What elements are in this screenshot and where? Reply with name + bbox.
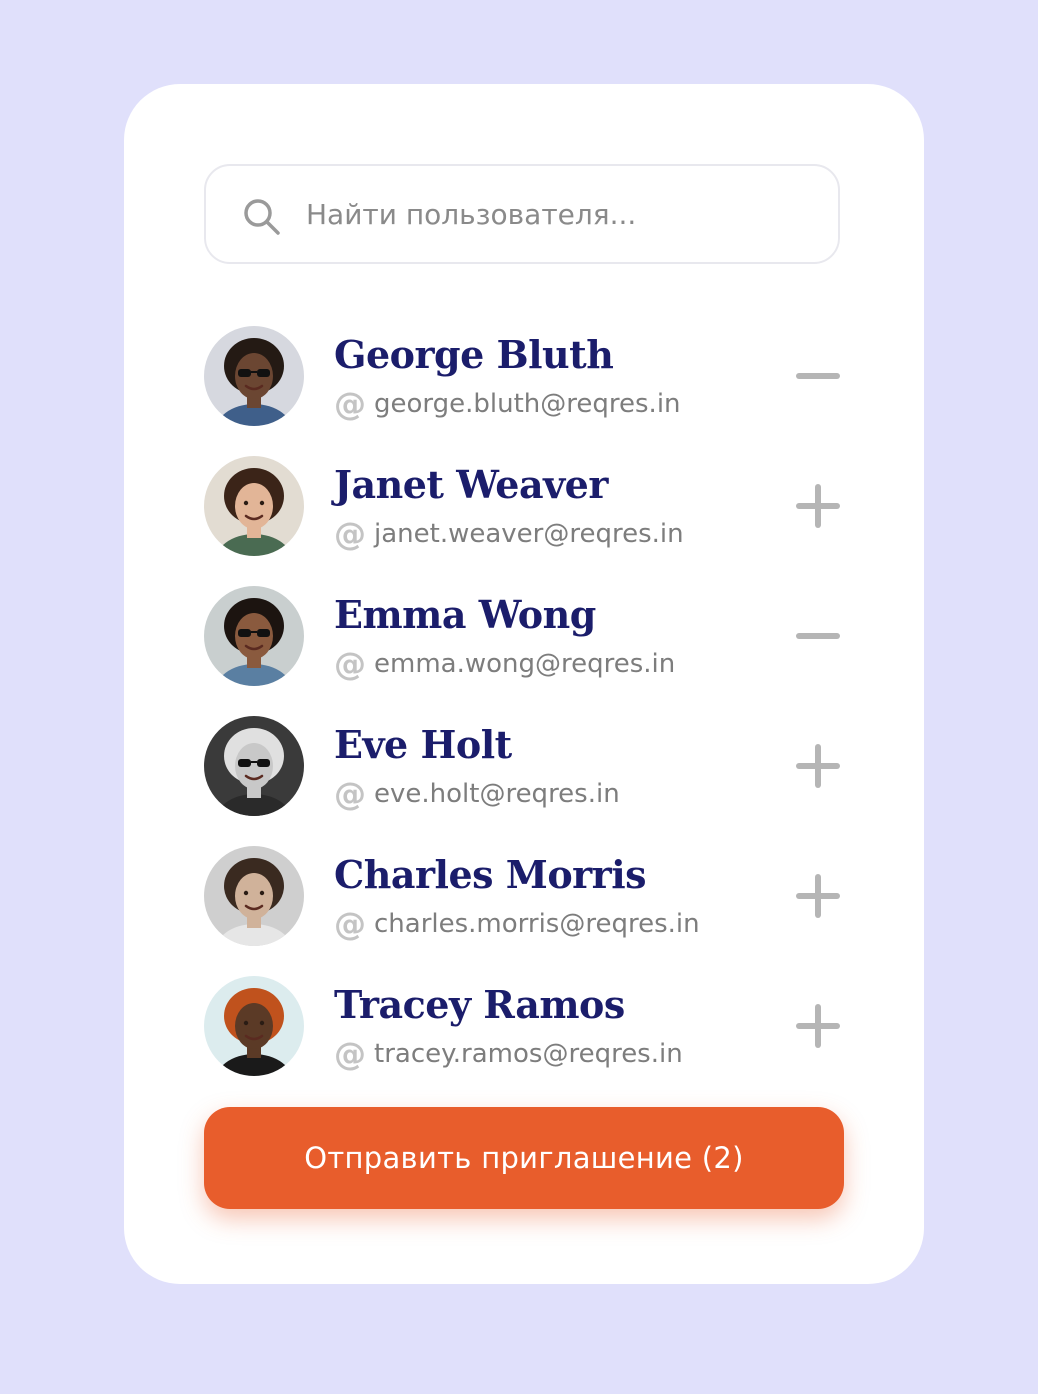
user-name: Emma Wong bbox=[334, 592, 596, 637]
user-email: @ charles.morris@reqres.in bbox=[334, 908, 700, 940]
user-email-text: emma.wong@reqres.in bbox=[374, 649, 676, 679]
plus-icon-vertical bbox=[815, 744, 821, 788]
avatar-image bbox=[204, 846, 304, 946]
user-name: Eve Holt bbox=[334, 722, 512, 767]
user-name: Tracey Ramos bbox=[334, 982, 625, 1027]
avatar-image bbox=[204, 326, 304, 426]
at-icon: @ bbox=[334, 1035, 366, 1073]
user-email: @ george.bluth@reqres.in bbox=[334, 388, 681, 420]
minus-icon bbox=[796, 633, 840, 639]
user-email-text: janet.weaver@reqres.in bbox=[374, 519, 684, 549]
list-item: Eve Holt @ eve.holt@reqres.in bbox=[204, 716, 840, 846]
add-user-button[interactable] bbox=[796, 874, 840, 918]
avatar bbox=[204, 846, 304, 946]
user-email: @ janet.weaver@reqres.in bbox=[334, 518, 684, 550]
avatar-image bbox=[204, 586, 304, 686]
user-email: @ emma.wong@reqres.in bbox=[334, 648, 675, 680]
avatar bbox=[204, 586, 304, 686]
avatar bbox=[204, 716, 304, 816]
user-email-text: george.bluth@reqres.in bbox=[374, 389, 681, 419]
avatar-image bbox=[204, 716, 304, 816]
user-email-text: tracey.ramos@reqres.in bbox=[374, 1039, 683, 1069]
list-item: George Bluth @ george.bluth@reqres.in bbox=[204, 326, 840, 456]
avatar bbox=[204, 976, 304, 1076]
remove-user-button[interactable] bbox=[796, 354, 840, 398]
list-item: Emma Wong @ emma.wong@reqres.in bbox=[204, 586, 840, 716]
search-icon bbox=[242, 197, 282, 237]
user-email: @ eve.holt@reqres.in bbox=[334, 778, 620, 810]
user-name: George Bluth bbox=[334, 332, 614, 377]
add-user-button[interactable] bbox=[796, 1004, 840, 1048]
avatar-image bbox=[204, 456, 304, 556]
search-input[interactable] bbox=[306, 166, 806, 262]
invite-card: George Bluth @ george.bluth@reqres.in Ja… bbox=[124, 84, 924, 1284]
plus-icon-vertical bbox=[815, 1004, 821, 1048]
minus-icon bbox=[796, 373, 840, 379]
list-item: Charles Morris @ charles.morris@reqres.i… bbox=[204, 846, 840, 976]
avatar bbox=[204, 326, 304, 426]
at-icon: @ bbox=[334, 515, 366, 553]
search-box[interactable] bbox=[204, 164, 840, 264]
list-item: Janet Weaver @ janet.weaver@reqres.in bbox=[204, 456, 840, 586]
at-icon: @ bbox=[334, 385, 366, 423]
user-list: George Bluth @ george.bluth@reqres.in Ja… bbox=[204, 326, 840, 1106]
add-user-button[interactable] bbox=[796, 744, 840, 788]
at-icon: @ bbox=[334, 645, 366, 683]
remove-user-button[interactable] bbox=[796, 614, 840, 658]
plus-icon-vertical bbox=[815, 874, 821, 918]
plus-icon-vertical bbox=[815, 484, 821, 528]
add-user-button[interactable] bbox=[796, 484, 840, 528]
user-email-text: eve.holt@reqres.in bbox=[374, 779, 620, 809]
user-name: Charles Morris bbox=[334, 852, 647, 897]
at-icon: @ bbox=[334, 775, 366, 813]
avatar bbox=[204, 456, 304, 556]
send-invite-button[interactable]: Отправить приглашение (2) bbox=[204, 1107, 844, 1209]
at-icon: @ bbox=[334, 905, 366, 943]
avatar-image bbox=[204, 976, 304, 1076]
list-item: Tracey Ramos @ tracey.ramos@reqres.in bbox=[204, 976, 840, 1106]
user-name: Janet Weaver bbox=[334, 462, 608, 507]
user-email: @ tracey.ramos@reqres.in bbox=[334, 1038, 683, 1070]
user-email-text: charles.morris@reqres.in bbox=[374, 909, 700, 939]
